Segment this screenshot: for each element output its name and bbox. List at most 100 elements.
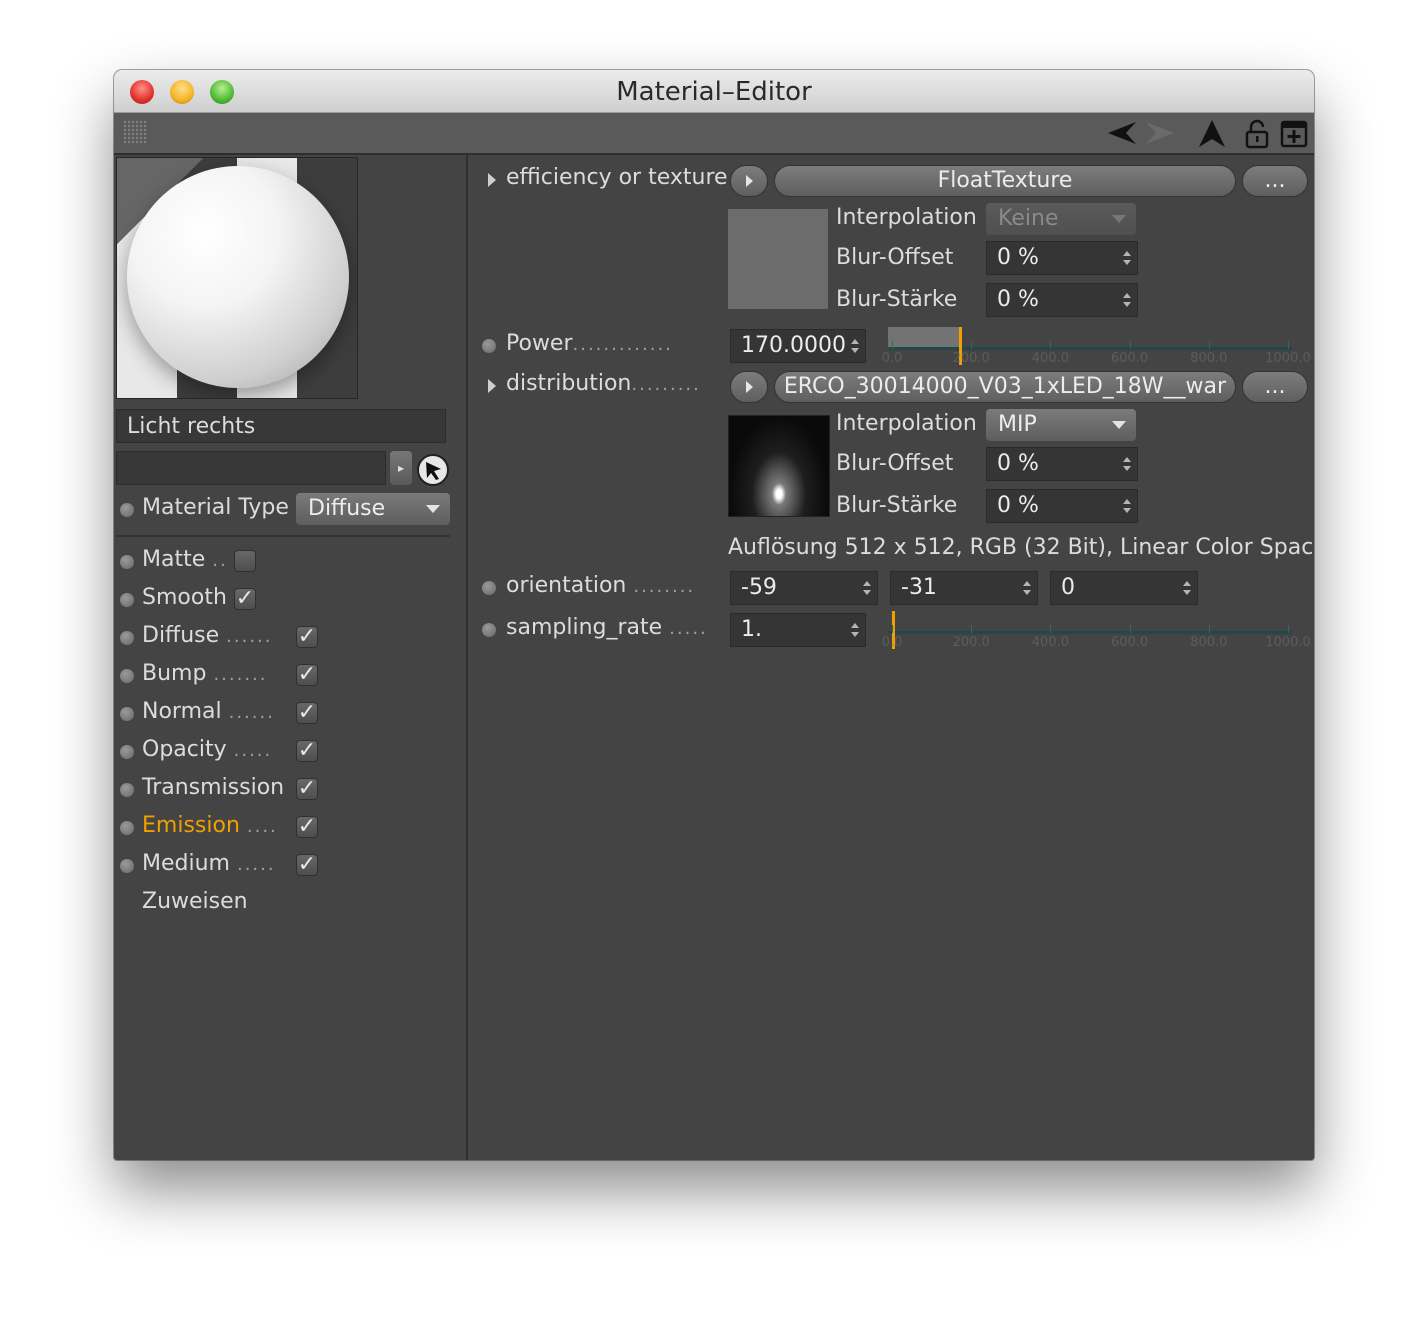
interpolation-dropdown[interactable]: MIP <box>986 409 1136 441</box>
channel-item-normal[interactable]: Normal ...... <box>142 699 275 724</box>
play-arrow-icon <box>745 175 753 187</box>
orientation-z-field[interactable]: 0 <box>1050 571 1198 605</box>
channel-item-matte[interactable]: Matte .. <box>142 547 228 572</box>
slider-tick <box>892 341 893 349</box>
spinner-arrows-icon[interactable] <box>851 339 859 353</box>
blur-strength-field[interactable]: 0 % <box>986 283 1138 317</box>
slider-tick <box>1050 341 1052 349</box>
channel-checkbox-diffuse[interactable]: ✓ <box>296 626 318 648</box>
orientation-x-field[interactable]: -59 <box>730 571 878 605</box>
spinner-arrows-icon[interactable] <box>851 623 859 637</box>
new-window-icon[interactable] <box>1280 119 1308 149</box>
interpolation-dropdown-disabled: Keine <box>986 203 1136 235</box>
channel-dot-bump[interactable] <box>120 669 134 683</box>
slider-tick-label: 600.0 <box>1110 635 1149 650</box>
spinner-arrows-icon[interactable] <box>1183 581 1191 595</box>
blur-offset-label: Blur-Offset <box>836 245 954 270</box>
channel-dot-smooth[interactable] <box>120 593 134 607</box>
channel-dot-matte[interactable] <box>120 555 134 569</box>
channel-checkbox-medium[interactable]: ✓ <box>296 854 318 876</box>
orientation-y-field[interactable]: -31 <box>890 571 1038 605</box>
slider-tick <box>1208 625 1210 633</box>
distribution-file-button[interactable]: ERCO_30014000_V03_1xLED_18W__war <box>774 371 1236 403</box>
material-preview[interactable] <box>116 157 358 399</box>
texture-swatch[interactable] <box>728 209 828 309</box>
slider-tick <box>971 625 973 633</box>
power-field[interactable]: 170.0000 <box>730 329 866 363</box>
material-name-field[interactable]: Licht rechts <box>116 409 446 443</box>
efficiency-menu-button[interactable] <box>730 165 768 197</box>
float-texture-button[interactable]: FloatTexture <box>774 165 1236 197</box>
play-arrow-icon <box>745 381 753 393</box>
distribution-more-button[interactable]: ... <box>1242 371 1308 403</box>
channel-item-smooth[interactable]: Smooth <box>142 585 227 610</box>
spinner-arrows-icon[interactable] <box>1123 293 1131 307</box>
channel-dot-transmission[interactable] <box>120 783 134 797</box>
back-arrow-icon[interactable] <box>1104 119 1138 147</box>
link-field[interactable] <box>116 451 386 485</box>
slider-tick <box>1288 625 1289 633</box>
channel-dot-diffuse[interactable] <box>120 631 134 645</box>
slider-tick <box>1050 625 1052 633</box>
channel-dot-opacity[interactable] <box>120 745 134 759</box>
spinner-arrows-icon[interactable] <box>1123 499 1131 513</box>
slider-tick-label: 1000.0 <box>1265 635 1311 650</box>
channel-dot-normal[interactable] <box>120 707 134 721</box>
power-dot[interactable] <box>482 339 496 353</box>
channel-item-diffuse[interactable]: Diffuse ...... <box>142 623 273 648</box>
sidebar: Licht rechts ▸ Material Type Diffuse Mat… <box>114 155 468 1160</box>
chevron-down-icon <box>1112 421 1126 429</box>
grip-handle-icon[interactable] <box>123 120 147 144</box>
slider-tick <box>1129 625 1131 633</box>
spinner-arrows-icon[interactable] <box>1023 581 1031 595</box>
spinner-arrows-icon[interactable] <box>1123 251 1131 265</box>
resolution-info: Auflösung 512 x 512, RGB (32 Bit), Linea… <box>728 535 1314 560</box>
sampling-rate-slider[interactable]: 0.0 200.0 400.0 600.0 800.0 1000.0 <box>882 611 1311 651</box>
channel-checkbox-transmission[interactable]: ✓ <box>296 778 318 800</box>
channel-dot-medium[interactable] <box>120 859 134 873</box>
blur-offset-field[interactable]: 0 % <box>986 241 1138 275</box>
channel-checkbox-opacity[interactable]: ✓ <box>296 740 318 762</box>
orientation-label: orientation ........ <box>506 573 696 598</box>
efficiency-more-button[interactable]: ... <box>1242 165 1308 197</box>
sampling-rate-field[interactable]: 1. <box>730 613 866 647</box>
ies-texture-thumbnail[interactable] <box>728 415 830 517</box>
channel-checkbox-smooth[interactable]: ✓ <box>234 588 256 610</box>
link-menu-button[interactable]: ▸ <box>390 451 412 485</box>
channel-checkbox-bump[interactable]: ✓ <box>296 664 318 686</box>
channel-item-emission[interactable]: Emission .... <box>142 813 278 838</box>
power-slider[interactable]: 0.0 200.0 400.0 600.0 800.0 1000.0 <box>882 327 1311 367</box>
blur-strength-field[interactable]: 0 % <box>986 489 1138 523</box>
orientation-dot[interactable] <box>482 581 496 595</box>
slider-tick-label: 600.0 <box>1110 351 1149 366</box>
expand-arrow-icon[interactable] <box>488 379 496 393</box>
slider-tick <box>971 341 973 349</box>
channel-item-transmission[interactable]: Transmission <box>142 775 284 800</box>
channel-item-medium[interactable]: Medium ..... <box>142 851 276 876</box>
channel-dot-emission[interactable] <box>120 821 134 835</box>
assign-item[interactable]: Zuweisen <box>142 889 248 914</box>
spinner-arrows-icon[interactable] <box>863 581 871 595</box>
channel-checkbox-matte[interactable] <box>234 550 256 572</box>
picker-icon[interactable] <box>416 453 450 487</box>
interpolation-label: Interpolation <box>836 205 977 230</box>
channel-item-bump[interactable]: Bump ....... <box>142 661 268 686</box>
sampling-rate-dot[interactable] <box>482 623 496 637</box>
attribute-panel: efficiency or texture FloatTexture ... I… <box>468 155 1314 1160</box>
unlock-icon[interactable] <box>1244 119 1270 149</box>
blur-offset-field[interactable]: 0 % <box>986 447 1138 481</box>
expand-arrow-icon[interactable] <box>488 173 496 187</box>
slider-tick-label: 200.0 <box>952 351 990 366</box>
pointer-up-icon[interactable] <box>1197 119 1227 149</box>
material-type-dot[interactable] <box>120 503 134 517</box>
channel-checkbox-normal[interactable]: ✓ <box>296 702 318 724</box>
slider-tick-label: 400.0 <box>1031 351 1069 366</box>
channel-item-opacity[interactable]: Opacity ..... <box>142 737 272 762</box>
forward-arrow-icon[interactable] <box>1144 119 1178 147</box>
channel-checkbox-emission[interactable]: ✓ <box>296 816 318 838</box>
material-type-dropdown[interactable]: Diffuse <box>296 493 450 525</box>
slider-tick-label: 0.0 <box>881 351 903 366</box>
distribution-menu-button[interactable] <box>730 371 768 403</box>
spinner-arrows-icon[interactable] <box>1123 457 1131 471</box>
slider-track <box>888 347 1292 350</box>
